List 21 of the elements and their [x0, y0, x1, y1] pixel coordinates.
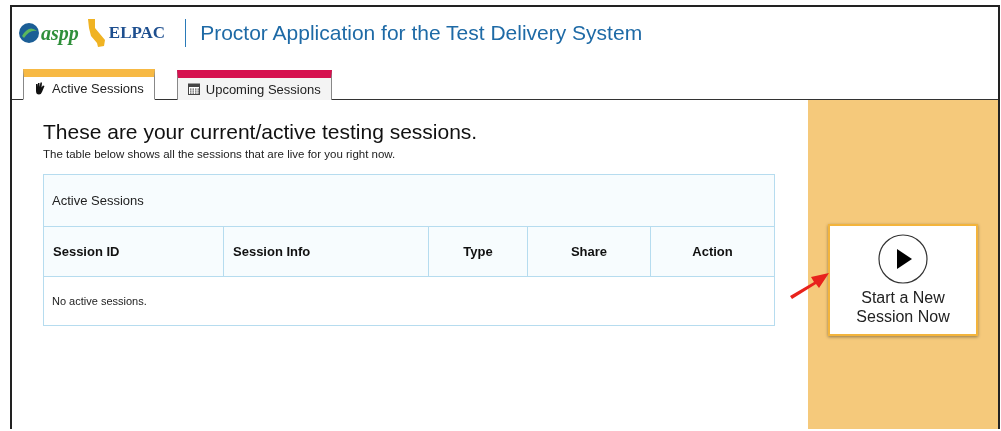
swirl-logo-icon	[18, 22, 40, 44]
column-header: Session Info	[223, 227, 428, 276]
tab[interactable]: Active Sessions	[23, 69, 155, 100]
pointer-arrow	[788, 270, 830, 300]
column-header: Share	[527, 227, 650, 276]
tab[interactable]: Upcoming Sessions	[176, 70, 332, 100]
column-header: Type	[428, 227, 527, 276]
logo-text: aspp	[41, 21, 79, 45]
column-header: Action	[650, 227, 774, 276]
logo-text: ELPAC	[108, 23, 166, 43]
hand-icon	[34, 81, 46, 95]
page-subheading: The table below shows all the sessions that are live for you right now.	[43, 148, 397, 160]
empty-message: No active sessions.	[51, 294, 148, 309]
calendar-icon	[187, 83, 200, 95]
table-caption: Active Sessions	[44, 175, 774, 227]
california-map-icon	[86, 18, 107, 48]
start-session-button[interactable]: Start a New Session Now	[828, 224, 978, 336]
play-icon	[878, 233, 928, 284]
column-header: Session ID	[52, 243, 121, 261]
app-title: Proctor Application for the Test Delivery System	[200, 21, 643, 45]
page-heading: These are your current/active testing sessions.	[43, 120, 479, 144]
